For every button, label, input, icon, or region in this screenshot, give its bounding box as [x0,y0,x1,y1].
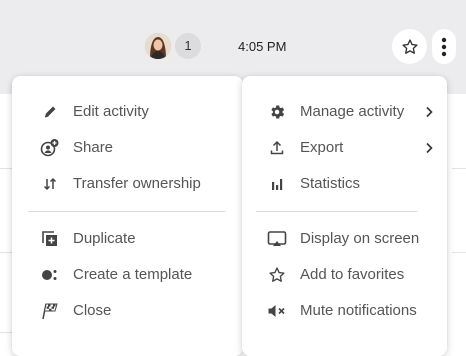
menu-item-label: Edit activity [73,103,149,120]
share-person-plus-icon [40,138,60,158]
menu-item-label: Create a template [73,266,193,283]
menu-separator [28,211,225,212]
current-time: 4:05 PM [238,39,287,54]
more-options-button[interactable] [432,29,456,64]
mute-icon [267,301,287,321]
finish-flag-icon [40,301,60,321]
menu-item-edit-activity[interactable]: Edit activity [12,94,243,130]
chevron-right-icon [421,140,437,156]
menu-item-label: Add to favorites [300,266,405,283]
activity-settings-menu: Manage activity Export Statistics Displa… [242,76,447,356]
menu-item-add-to-favorites[interactable]: Add to favorites [242,257,447,293]
menu-item-statistics[interactable]: Statistics [242,166,447,202]
menu-item-mute-notifications[interactable]: Mute notifications [242,293,447,329]
menu-item-label: Statistics [300,175,361,192]
menu-item-duplicate[interactable]: Duplicate [12,221,243,257]
menu-item-label: Close [73,302,112,319]
chevron-right-icon [421,104,437,120]
duplicate-icon [40,229,60,249]
participant-avatar[interactable] [145,33,171,59]
kebab-menu-icon [441,37,447,56]
star-outline-icon [267,265,287,285]
divider [0,168,12,169]
divider [0,252,12,253]
participant-count-badge[interactable]: 1 [175,33,201,59]
template-icon [40,265,60,285]
menu-item-manage-activity[interactable]: Manage activity [242,94,447,130]
menu-item-label: Manage activity [300,103,405,120]
menu-item-label: Transfer ownership [73,175,201,192]
menu-item-label: Display on screen [300,230,420,247]
menu-separator [256,211,417,212]
menu-item-transfer-ownership[interactable]: Transfer ownership [12,166,243,202]
favorite-button[interactable] [392,29,427,64]
upload-icon [267,138,287,158]
divider [452,168,466,169]
menu-item-label: Mute notifications [300,302,417,319]
divider [452,252,466,253]
menu-item-create-template[interactable]: Create a template [12,257,243,293]
pencil-icon [40,102,60,122]
menu-item-export[interactable]: Export [242,130,447,166]
menu-item-label: Share [73,139,114,156]
menu-item-label: Export [300,139,344,156]
menu-item-display-on-screen[interactable]: Display on screen [242,221,447,257]
bar-chart-icon [267,174,287,194]
menu-item-share[interactable]: Share [12,130,243,166]
cast-screen-icon [267,229,287,249]
transfer-arrows-icon [40,174,60,194]
menu-item-close[interactable]: Close [12,293,243,329]
menu-item-label: Duplicate [73,230,136,247]
star-outline-icon [401,38,418,54]
gear-icon [267,102,287,122]
divider [0,332,12,333]
activity-actions-menu: Edit activity Share Transfer ownership D… [12,76,243,356]
